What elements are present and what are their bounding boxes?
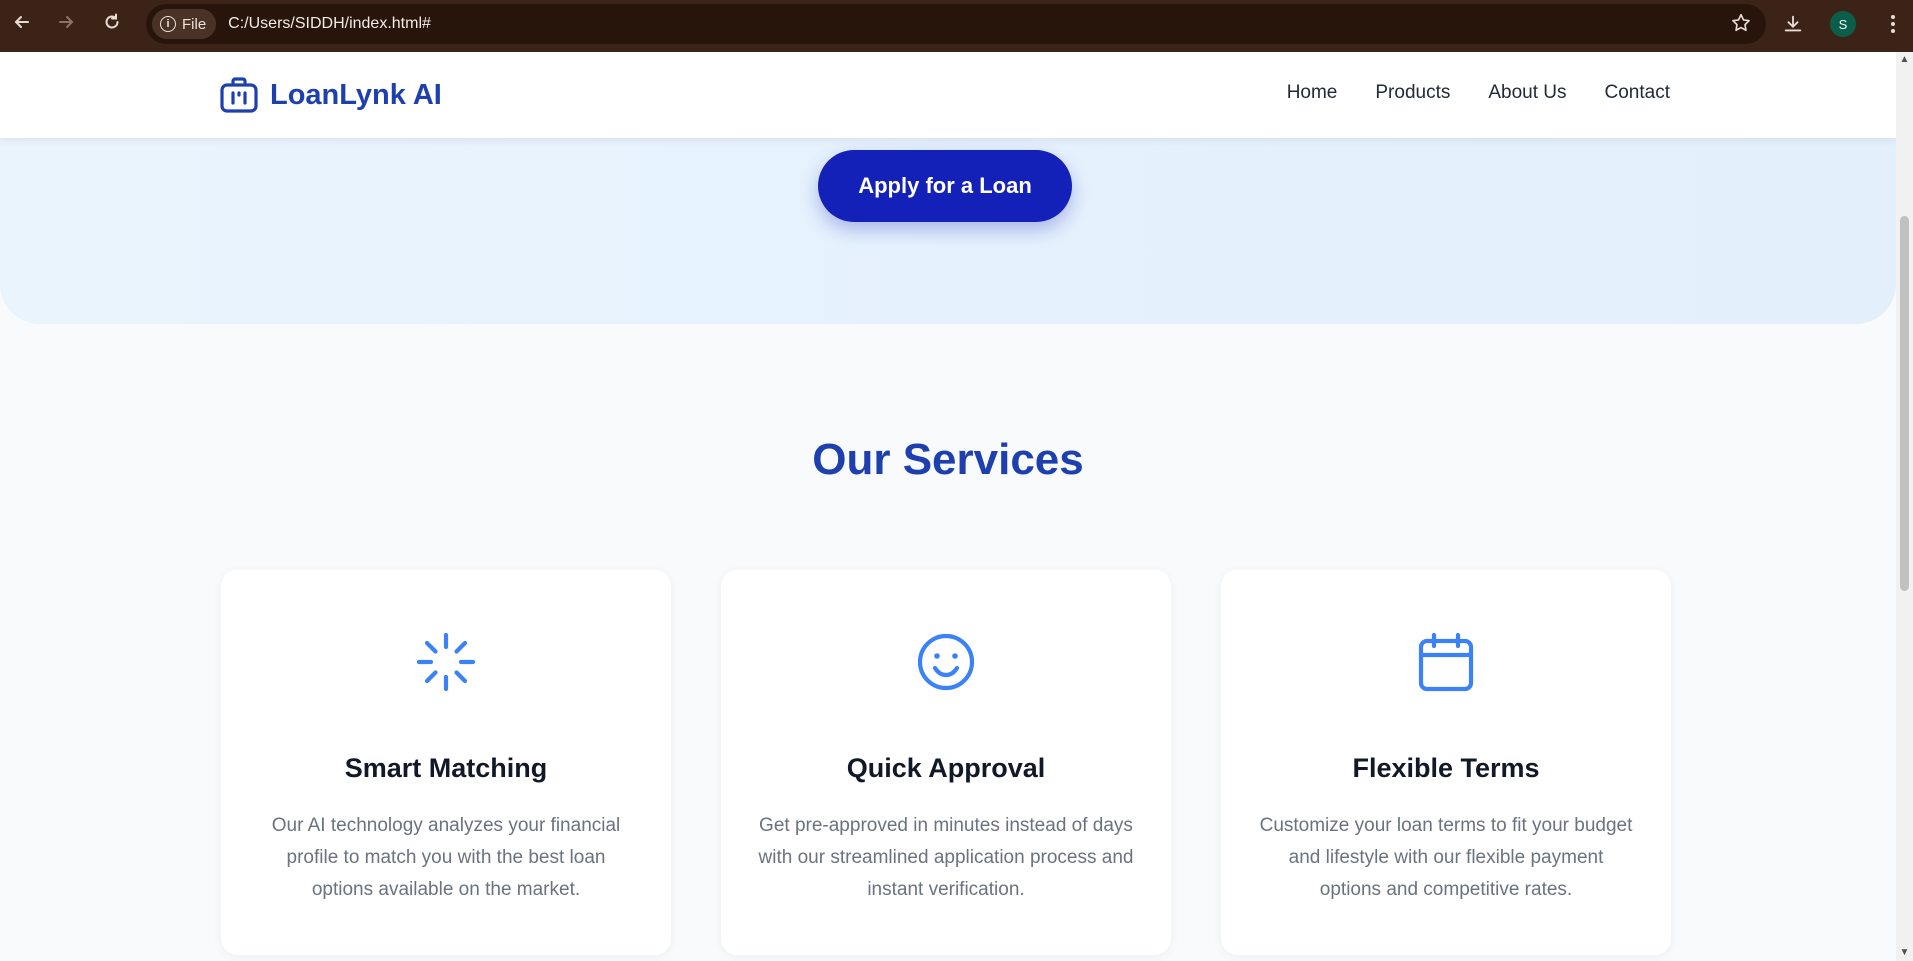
briefcase-icon — [220, 77, 258, 113]
site-header: LoanLynk AI Home Products About Us Conta… — [0, 52, 1896, 138]
scroll-up-arrow-icon[interactable]: ▲ — [1899, 54, 1910, 66]
avatar: S — [1830, 11, 1856, 37]
back-button[interactable] — [2, 2, 42, 42]
scroll-down-arrow-icon[interactable]: ▼ — [1899, 947, 1910, 959]
address-bar[interactable]: i File C:/Users/SIDDH/index.html# — [146, 4, 1766, 44]
calendar-icon — [1418, 632, 1474, 692]
service-card-quick-approval: Quick Approval Get pre-approved in minut… — [721, 570, 1171, 955]
arrow-right-icon — [59, 16, 74, 28]
bookmark-star-icon[interactable] — [1730, 12, 1752, 40]
reload-button[interactable] — [92, 2, 132, 42]
card-description: Customize your loan terms to fit your bu… — [1259, 815, 1633, 900]
service-card-smart-matching: Smart Matching Our AI technology analyze… — [221, 570, 671, 955]
download-icon — [1784, 15, 1802, 32]
card-title: Quick Approval — [846, 753, 1046, 783]
download-button[interactable] — [1775, 6, 1811, 42]
service-card-flexible-terms: Flexible Terms Customize your loan terms… — [1221, 570, 1671, 955]
page-viewport: Apply for a Loan LoanLynk AI Home Produc… — [0, 52, 1896, 961]
brand-name: LoanLynk AI — [270, 78, 442, 111]
profile-button[interactable]: S — [1825, 6, 1861, 42]
info-icon: i — [160, 16, 176, 32]
card-title: Flexible Terms — [1352, 753, 1540, 783]
loader-icon — [416, 632, 476, 692]
forward-button[interactable] — [46, 2, 86, 42]
file-label: File — [182, 15, 207, 33]
nav-contact[interactable]: Contact — [1605, 82, 1670, 104]
page-scrollbar[interactable]: ▲ ▼ — [1896, 52, 1913, 961]
menu-button[interactable] — [1875, 6, 1911, 42]
url-text[interactable]: C:/Users/SIDDH/index.html# — [228, 15, 431, 33]
apply-loan-button[interactable]: Apply for a Loan — [818, 150, 1072, 222]
brand-logo[interactable]: LoanLynk AI — [219, 76, 442, 114]
card-description: Our AI technology analyzes your financia… — [271, 815, 621, 900]
services-title: Our Services — [812, 435, 1084, 484]
reload-icon — [105, 13, 119, 29]
kebab-menu-icon — [1891, 15, 1895, 33]
browser-toolbar: i File C:/Users/SIDDH/index.html# S — [0, 0, 1913, 52]
card-title: Smart Matching — [344, 753, 548, 783]
nav-products[interactable]: Products — [1375, 82, 1450, 104]
nav-home[interactable]: Home — [1287, 82, 1338, 104]
scroll-thumb[interactable] — [1900, 216, 1909, 591]
nav-about-us[interactable]: About Us — [1488, 82, 1566, 104]
card-description: Get pre-approved in minutes instead of d… — [758, 815, 1134, 900]
site-info-chip[interactable]: i File — [152, 9, 217, 39]
main-nav: Home Products About Us Contact — [1287, 82, 1670, 104]
smile-icon — [917, 633, 975, 691]
arrow-left-icon — [14, 16, 29, 28]
